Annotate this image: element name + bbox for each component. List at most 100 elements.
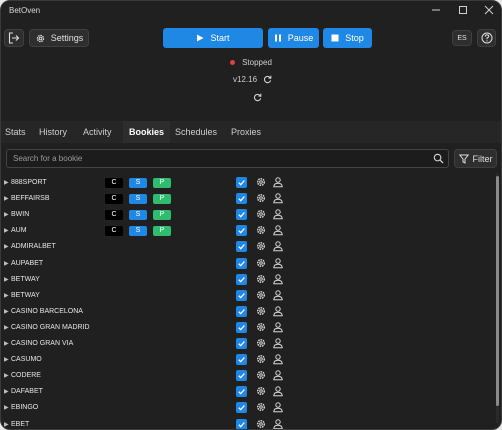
- expand-caret-icon[interactable]: ▶: [4, 356, 9, 363]
- gear-icon[interactable]: [255, 418, 267, 430]
- tab-history[interactable]: History: [39, 121, 67, 143]
- gear-icon[interactable]: [255, 240, 267, 252]
- enabled-checkbox[interactable]: [236, 354, 247, 366]
- user-icon[interactable]: [272, 369, 284, 381]
- enabled-checkbox[interactable]: [236, 370, 247, 382]
- bookie-row[interactable]: ▶ DAFABET: [1, 384, 495, 400]
- enabled-checkbox[interactable]: [236, 225, 247, 237]
- gear-icon[interactable]: [255, 353, 267, 365]
- settings-button[interactable]: Settings: [29, 29, 89, 47]
- gear-icon[interactable]: [255, 192, 267, 204]
- gear-icon[interactable]: [255, 401, 267, 413]
- tab-bookies[interactable]: Bookies: [123, 121, 171, 143]
- user-icon[interactable]: [272, 192, 284, 204]
- enabled-checkbox[interactable]: [236, 257, 247, 269]
- tab-stats[interactable]: Stats: [5, 121, 26, 143]
- logout-button[interactable]: [4, 29, 24, 47]
- user-icon[interactable]: [272, 353, 284, 365]
- search-input[interactable]: Search for a bookie: [6, 149, 449, 168]
- bookie-row[interactable]: ▶ BETWAY: [1, 272, 495, 288]
- enabled-checkbox[interactable]: [236, 209, 247, 221]
- expand-caret-icon[interactable]: ▶: [4, 404, 9, 411]
- gear-icon[interactable]: [255, 273, 267, 285]
- user-icon[interactable]: [272, 289, 284, 301]
- enabled-checkbox[interactable]: [236, 402, 247, 414]
- user-icon[interactable]: [272, 385, 284, 397]
- tab-proxies[interactable]: Proxies: [231, 121, 261, 143]
- bookie-row[interactable]: ▶ AUPABET: [1, 256, 495, 272]
- gear-icon[interactable]: [255, 257, 267, 269]
- expand-caret-icon[interactable]: ▶: [4, 340, 9, 347]
- search-icon[interactable]: [433, 153, 444, 164]
- expand-caret-icon[interactable]: ▶: [4, 195, 9, 202]
- scrollbar-thumb[interactable]: [496, 176, 499, 406]
- user-icon[interactable]: [272, 273, 284, 285]
- bookie-row[interactable]: ▶ EBET: [1, 417, 495, 430]
- user-icon[interactable]: [272, 257, 284, 269]
- enabled-checkbox[interactable]: [236, 321, 247, 333]
- gear-icon[interactable]: [255, 385, 267, 397]
- expand-caret-icon[interactable]: ▶: [4, 372, 9, 379]
- enabled-checkbox[interactable]: [236, 177, 247, 188]
- user-icon[interactable]: [272, 418, 284, 430]
- bookie-row[interactable]: ▶ BETWAY: [1, 288, 495, 304]
- enabled-checkbox[interactable]: [236, 193, 247, 205]
- gear-icon[interactable]: [255, 321, 267, 333]
- tab-activity[interactable]: Activity: [83, 121, 112, 143]
- bookie-row[interactable]: ▶ BWIN C S P: [1, 207, 495, 223]
- language-button[interactable]: ES: [452, 30, 472, 46]
- enabled-checkbox[interactable]: [236, 273, 247, 285]
- enabled-checkbox[interactable]: [236, 241, 247, 253]
- tab-schedules[interactable]: Schedules: [175, 121, 217, 143]
- expand-caret-icon[interactable]: ▶: [4, 179, 9, 186]
- enabled-checkbox[interactable]: [236, 305, 247, 317]
- expand-caret-icon[interactable]: ▶: [4, 243, 9, 250]
- enabled-checkbox[interactable]: [236, 338, 247, 349]
- enabled-checkbox[interactable]: [236, 386, 247, 398]
- filter-button[interactable]: Filter: [454, 149, 497, 168]
- user-icon[interactable]: [272, 224, 284, 236]
- gear-icon[interactable]: [255, 176, 267, 188]
- expand-caret-icon[interactable]: ▶: [4, 227, 9, 234]
- pause-button[interactable]: Pause: [268, 28, 319, 48]
- start-button[interactable]: Start: [163, 28, 263, 48]
- expand-caret-icon[interactable]: ▶: [4, 308, 9, 315]
- user-icon[interactable]: [272, 240, 284, 252]
- expand-caret-icon[interactable]: ▶: [4, 292, 9, 299]
- bookie-row[interactable]: ▶ 888SPORT C S P: [1, 175, 495, 191]
- bookie-row[interactable]: ▶ EBINGO: [1, 400, 495, 416]
- user-icon[interactable]: [272, 176, 284, 188]
- minimize-button[interactable]: [423, 1, 449, 19]
- user-icon[interactable]: [272, 337, 284, 349]
- expand-caret-icon[interactable]: ▶: [4, 211, 9, 218]
- expand-caret-icon[interactable]: ▶: [4, 388, 9, 395]
- bookie-row[interactable]: ▶ CASINO GRAN MADRID: [1, 320, 495, 336]
- bookie-row[interactable]: ▶ CASUMO: [1, 352, 495, 368]
- enabled-checkbox[interactable]: [236, 418, 247, 429]
- expand-caret-icon[interactable]: ▶: [4, 276, 9, 283]
- stop-button[interactable]: Stop: [323, 28, 372, 48]
- gear-icon[interactable]: [255, 305, 267, 317]
- gear-icon[interactable]: [255, 337, 267, 349]
- enabled-checkbox[interactable]: [236, 289, 247, 301]
- bookie-row[interactable]: ▶ CASINO GRAN VIA: [1, 336, 495, 352]
- expand-caret-icon[interactable]: ▶: [4, 324, 9, 331]
- bookie-row[interactable]: ▶ CASINO BARCELONA: [1, 304, 495, 320]
- help-button[interactable]: [477, 29, 496, 47]
- user-icon[interactable]: [272, 401, 284, 413]
- gear-icon[interactable]: [255, 208, 267, 220]
- user-icon[interactable]: [272, 208, 284, 220]
- reload-icon[interactable]: [253, 93, 262, 102]
- refresh-icon[interactable]: [263, 75, 272, 84]
- gear-icon[interactable]: [255, 289, 267, 301]
- expand-caret-icon[interactable]: ▶: [4, 260, 9, 267]
- bookie-row[interactable]: ▶ BEFFAIRSB C S P: [1, 191, 495, 207]
- gear-icon[interactable]: [255, 224, 267, 236]
- maximize-button[interactable]: [450, 1, 476, 19]
- user-icon[interactable]: [272, 321, 284, 333]
- expand-caret-icon[interactable]: ▶: [4, 421, 9, 428]
- bookie-row[interactable]: ▶ CODERE: [1, 368, 495, 384]
- close-button[interactable]: [476, 1, 501, 19]
- scrollbar[interactable]: [496, 173, 499, 423]
- bookie-row[interactable]: ▶ AUM C S P: [1, 223, 495, 239]
